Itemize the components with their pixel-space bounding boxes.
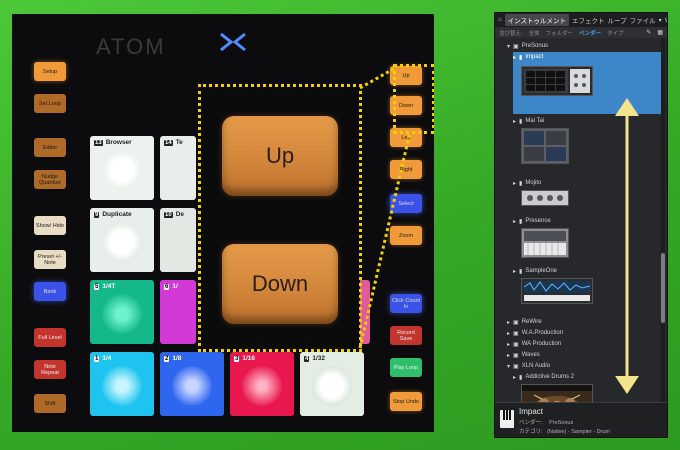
expand-arrow-icon: ▸ bbox=[513, 218, 517, 225]
tree-item-addictive-drums-2[interactable]: ▸ ▮ Addictive Drums 2 bbox=[513, 372, 574, 382]
browser-tree: ▾ ▣ PreSonus ▸ ▮ Impact ▸ ▮ Mai Tai ▸ ▮ … bbox=[495, 38, 661, 418]
tree-item-sampleone[interactable]: ▸ ▮ SampleOne bbox=[513, 266, 557, 276]
sort-bar: 並び替え: 全体 フォルダー ベンダー タイプ ✎ ▦ bbox=[495, 27, 667, 38]
instrument-name: Mojito bbox=[525, 180, 542, 186]
info-vendor-value: PreSonus bbox=[549, 420, 574, 426]
expand-arrow-icon: ▸ bbox=[513, 55, 517, 61]
instrument-name: Mai Tai bbox=[525, 118, 545, 124]
sort-option-type[interactable]: タイプ bbox=[607, 29, 624, 37]
grid-icon[interactable]: ▦ bbox=[657, 29, 663, 36]
expand-arrow-icon: ▸ bbox=[507, 319, 511, 326]
info-vendor-label: ベンダー: bbox=[519, 420, 543, 426]
expand-arrow-icon: ▸ bbox=[513, 118, 517, 125]
vendor-name: PreSonus bbox=[521, 43, 549, 49]
chevron-down-icon[interactable]: ▾ bbox=[659, 17, 662, 24]
tab-instruments[interactable]: インストゥルメント bbox=[504, 14, 569, 26]
folder-icon: ▣ bbox=[513, 352, 519, 359]
folder-icon: ▣ bbox=[513, 330, 519, 337]
collapse-arrow-icon: ▾ bbox=[507, 363, 511, 370]
tree-folder-w-a-production[interactable]: ▸ ▣ W.A.Production bbox=[507, 328, 563, 338]
instrument-icon: ▮ bbox=[519, 55, 523, 61]
sort-option-all[interactable]: 全体 bbox=[529, 29, 540, 37]
info-category: カテゴリ: (Native) - Sampler - Drum bbox=[519, 427, 610, 435]
piano-icon bbox=[500, 410, 514, 428]
home-icon[interactable]: ⌂ bbox=[498, 17, 502, 23]
collapse-arrow-icon: ▾ bbox=[507, 43, 511, 50]
search-icon[interactable]: ⚲ bbox=[665, 17, 667, 24]
browser-tab-bar: ⌂ インストゥルメント エフェクト ループ ファイル ▾ ⚲ bbox=[495, 13, 667, 27]
instrument-icon: ▮ bbox=[519, 374, 523, 381]
scrollbar-thumb[interactable] bbox=[661, 253, 665, 323]
presence-thumbnail bbox=[521, 228, 569, 258]
instrument-browser-panel: ⌂ インストゥルメント エフェクト ループ ファイル ▾ ⚲ 並び替え: 全体 … bbox=[494, 12, 668, 438]
folder-name: W.A.Production bbox=[521, 330, 564, 336]
tree-folder-rewire[interactable]: ▸ ▣ ReWire bbox=[507, 317, 542, 327]
info-vendor: ベンダー: PreSonus bbox=[519, 418, 573, 426]
tab-loops[interactable]: ループ bbox=[608, 15, 627, 25]
tab-effects[interactable]: エフェクト bbox=[572, 15, 605, 25]
folder-icon: ▣ bbox=[513, 43, 519, 50]
sort-option-vendor[interactable]: ベンダー bbox=[579, 29, 601, 37]
folder-name: ReWire bbox=[521, 319, 542, 325]
folder-icon: ▣ bbox=[513, 319, 519, 326]
instrument-name: Presence bbox=[525, 218, 551, 224]
callout-connector-lines bbox=[358, 66, 412, 349]
tree-folder-xln-audio[interactable]: ▾ ▣ XLN Audio bbox=[507, 361, 550, 371]
instrument-name: Addictive Drums 2 bbox=[525, 374, 575, 380]
sort-option-folder[interactable]: フォルダー bbox=[546, 29, 574, 37]
mojito-thumbnail bbox=[521, 190, 569, 206]
impact-thumbnail bbox=[521, 66, 593, 96]
sampleone-thumbnail bbox=[521, 278, 593, 304]
info-category-label: カテゴリ: bbox=[519, 429, 543, 435]
folder-name: XLN Audio bbox=[521, 363, 551, 369]
expand-arrow-icon: ▸ bbox=[513, 374, 517, 381]
instrument-name: SampleOne bbox=[525, 268, 558, 274]
browser-scrollbar[interactable] bbox=[661, 38, 665, 408]
wrench-icon[interactable]: ✎ bbox=[646, 29, 651, 36]
scroll-annotation-arrow bbox=[615, 98, 639, 394]
tree-folder-wa-production[interactable]: ▸ ▣ WA Production bbox=[507, 339, 561, 349]
mai-tai-thumbnail bbox=[521, 128, 569, 164]
info-title: Impact bbox=[519, 407, 544, 416]
tab-files[interactable]: ファイル bbox=[630, 15, 656, 25]
instrument-icon: ▮ bbox=[519, 180, 523, 187]
tree-folder-waves[interactable]: ▸ ▣ Waves bbox=[507, 350, 540, 360]
expand-arrow-icon: ▸ bbox=[513, 180, 517, 187]
instrument-icon: ▮ bbox=[519, 218, 523, 225]
sort-label: 並び替え: bbox=[499, 30, 523, 37]
tree-item-mai-tai[interactable]: ▸ ▮ Mai Tai bbox=[513, 116, 544, 126]
tree-item-mojito[interactable]: ▸ ▮ Mojito bbox=[513, 178, 541, 188]
instrument-info-bar: Impact ベンダー: PreSonus カテゴリ: (Native) - S… bbox=[495, 402, 667, 437]
folder-icon: ▣ bbox=[513, 363, 519, 370]
tree-item-presence[interactable]: ▸ ▮ Presence bbox=[513, 216, 551, 226]
folder-name: WA Production bbox=[521, 341, 562, 347]
instrument-icon: ▮ bbox=[519, 118, 523, 125]
instrument-icon: ▮ bbox=[519, 268, 523, 275]
expand-arrow-icon: ▸ bbox=[507, 341, 511, 348]
controller-photo: ATOM Setup Set Loop Editor Nudge Quantiz… bbox=[12, 14, 434, 432]
instrument-name: Impact bbox=[525, 54, 544, 60]
expand-arrow-icon: ▸ bbox=[507, 352, 511, 359]
info-category-value: (Native) - Sampler - Drum bbox=[547, 429, 611, 435]
tree-vendor-presonus[interactable]: ▾ ▣ PreSonus bbox=[507, 41, 548, 51]
expand-arrow-icon: ▸ bbox=[507, 330, 511, 337]
expand-arrow-icon: ▸ bbox=[513, 268, 517, 275]
folder-icon: ▣ bbox=[513, 341, 519, 348]
folder-name: Waves bbox=[521, 352, 540, 358]
